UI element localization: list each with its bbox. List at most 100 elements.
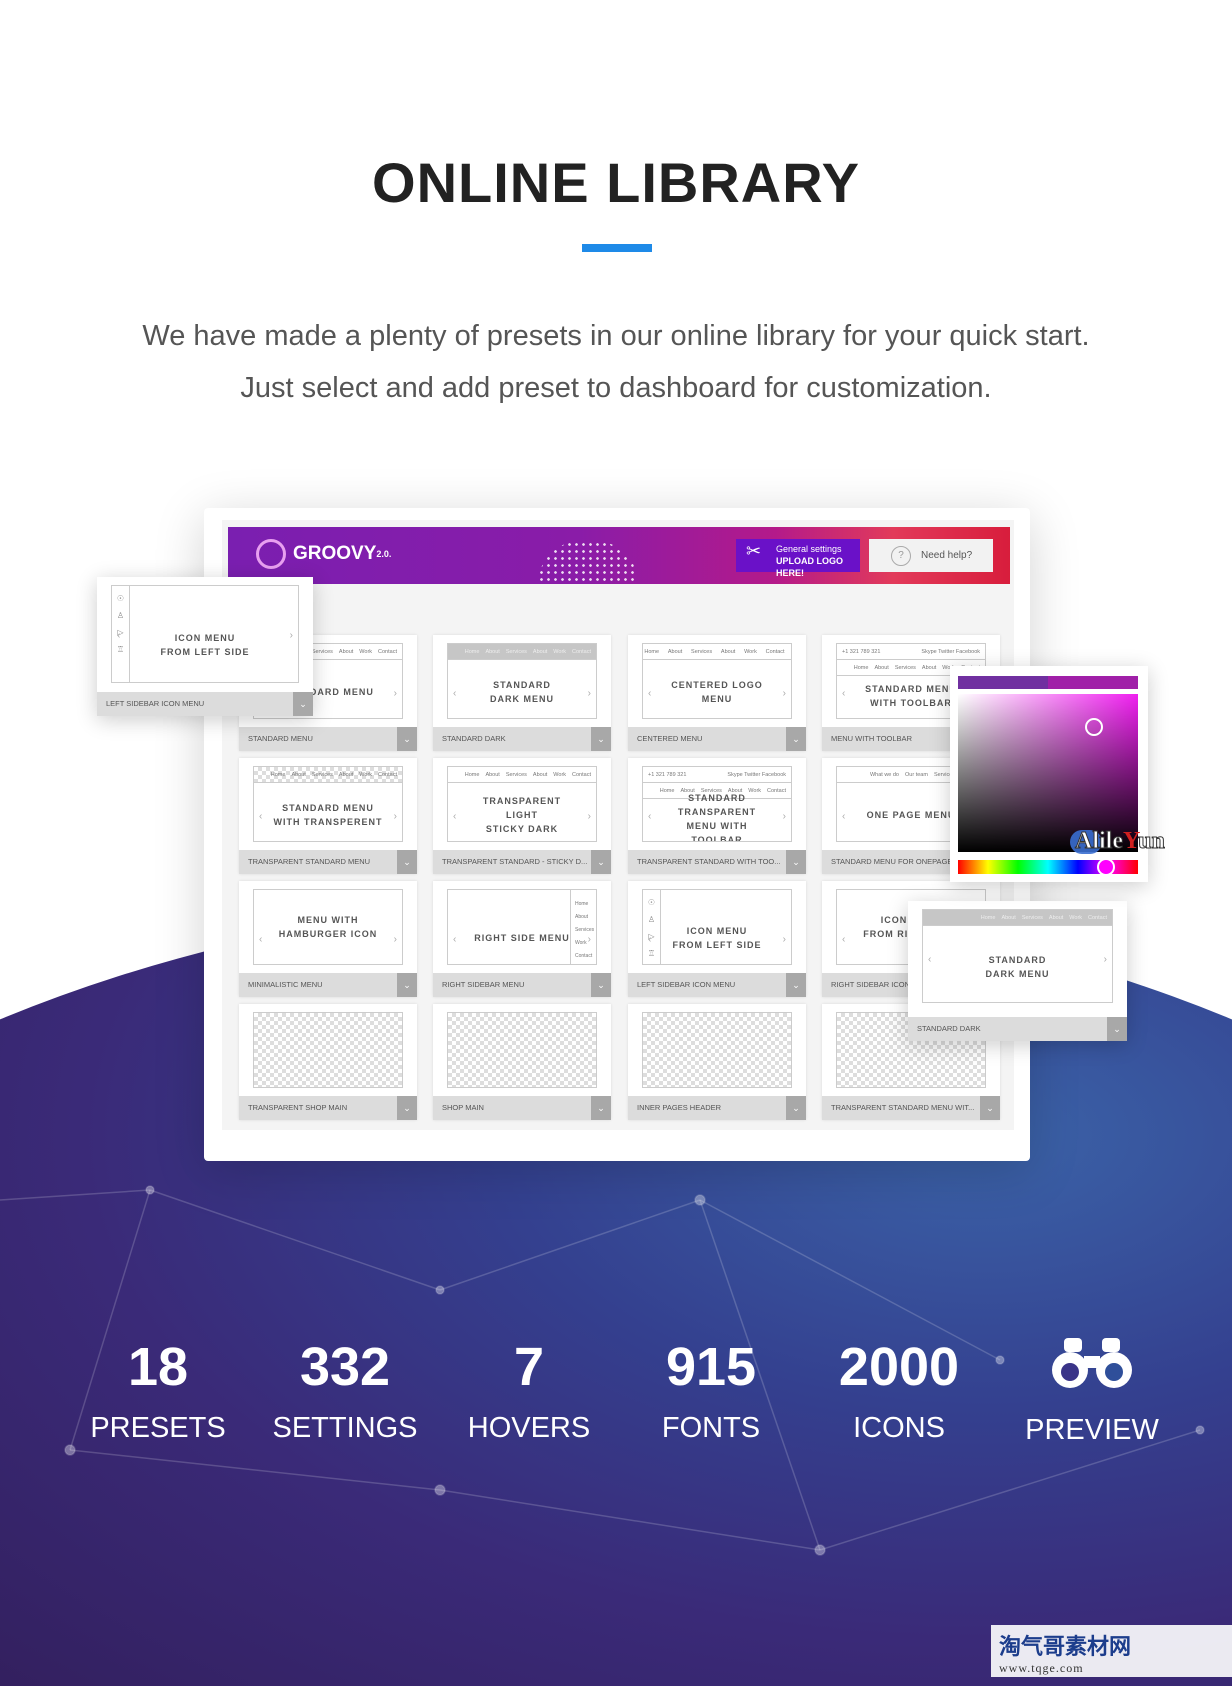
floating-preset-right[interactable]: Home About Services About Work Contact STANDAR… <box>908 901 1127 1041</box>
preview-title: ICON MENU FROM LEFT SIDE <box>672 926 762 950</box>
chevron-down-icon[interactable]: ⌄ <box>786 1096 806 1120</box>
preset-label-bar[interactable]: STANDARD DARK ⌄ <box>908 1017 1127 1041</box>
preset-tile[interactable]: Home About Services About Work Contact TRANSPA… <box>433 758 611 874</box>
chevron-left-icon[interactable]: ‹ <box>842 934 845 945</box>
title-underline <box>582 244 652 252</box>
chevron-down-icon[interactable]: ⌄ <box>591 973 611 997</box>
preset-preview[interactable]: Home About Services About Work Contact STANDAR… <box>253 766 403 842</box>
preset-tile[interactable]: SHOP MAIN ⌄ <box>433 1004 611 1120</box>
general-settings-button[interactable]: ✂ General settings UPLOAD LOGO HERE! <box>736 539 860 578</box>
preset-preview[interactable] <box>253 1012 403 1088</box>
preset-tile[interactable]: +1 321 789 321 Skype Twitter Facebook Home… <box>628 758 806 874</box>
preset-label-bar[interactable]: LEFT SIDEBAR ICON MENU ⌄ <box>97 692 313 716</box>
toolbar-social: Skype Twitter Facebook <box>921 648 980 655</box>
stat-value: 915 <box>665 1337 757 1397</box>
preset-preview[interactable]: +1 321 789 321 Skype Twitter Facebook Home… <box>642 766 792 842</box>
preset-label-bar[interactable]: MINIMALISTIC MENU ⌄ <box>239 973 417 997</box>
chevron-right-icon[interactable]: › <box>588 934 591 945</box>
preset-preview[interactable]: Home About Services About Work Contact STANDAR… <box>447 643 597 719</box>
chevron-down-icon[interactable]: ⌄ <box>591 727 611 751</box>
preset-label-bar[interactable]: TRANSPARENT STANDARD MENU ⌄ <box>239 850 417 874</box>
chevron-down-icon[interactable]: ⌄ <box>293 692 313 716</box>
groovy-logo[interactable]: GROOVY 2.0. <box>256 539 391 569</box>
preset-label-bar[interactable]: TRANSPARENT SHOP MAIN ⌄ <box>239 1096 417 1120</box>
chevron-left-icon[interactable]: ‹ <box>259 811 262 822</box>
nav-item: Home <box>270 771 286 778</box>
preset-label-bar[interactable]: SHOP MAIN ⌄ <box>433 1096 611 1120</box>
preset-preview[interactable]: Home About Services About Work Contact CENTERE… <box>642 643 792 719</box>
dashboard-banner: GROOVY 2.0. ✂ General settings UPLOAD LOGO … <box>228 527 1010 584</box>
chevron-left-icon[interactable]: ‹ <box>648 688 651 699</box>
nav-item: Home <box>980 914 996 921</box>
preset-tile[interactable]: Home About Services About Work Contact STANDAR… <box>239 758 417 874</box>
chevron-right-icon[interactable]: › <box>588 688 591 699</box>
chevron-left-icon[interactable]: ‹ <box>453 934 456 945</box>
preset-tile[interactable]: TRANSPARENT SHOP MAIN ⌄ <box>239 1004 417 1120</box>
chevron-left-icon[interactable]: ‹ <box>648 811 651 822</box>
preset-label-bar[interactable]: INNER PAGES HEADER ⌄ <box>628 1096 806 1120</box>
binoculars-icon[interactable] <box>982 1336 1202 1404</box>
preset-preview[interactable]: Home About Services Work Contact RIGHT SIDE M… <box>447 889 597 965</box>
chevron-down-icon[interactable]: ⌄ <box>397 850 417 874</box>
preset-tile[interactable]: MENU WITH HAMBURGER ICON ‹ › MINIMALISTIC M… <box>239 881 417 997</box>
chevron-right-icon[interactable]: › <box>783 934 786 945</box>
toolbar-phone: +1 321 789 321 <box>842 648 881 655</box>
stat-item: PREVIEW <box>982 1336 1202 1447</box>
chevron-down-icon[interactable]: ⌄ <box>591 850 611 874</box>
chevron-left-icon[interactable]: ‹ <box>259 934 262 945</box>
preset-tile[interactable]: Home About Services About Work Contact CENTERE… <box>628 635 806 751</box>
nav-item: Contact <box>378 771 397 778</box>
side-item: Contact <box>575 953 593 959</box>
chevron-right-icon[interactable]: › <box>290 630 293 641</box>
chevron-down-icon[interactable]: ⌄ <box>397 973 417 997</box>
hue-slider-handle[interactable] <box>1097 858 1115 876</box>
chevron-right-icon[interactable]: › <box>394 934 397 945</box>
need-help-button[interactable]: ? Need help? <box>869 539 993 572</box>
preset-preview[interactable]: ☉ ♙ ▷ ♖ ICON MENU FROM LEFT SIDE ‹ › <box>642 889 792 965</box>
chevron-right-icon[interactable]: › <box>1104 954 1107 965</box>
chevron-right-icon[interactable]: › <box>783 688 786 699</box>
chevron-down-icon[interactable]: ⌄ <box>786 850 806 874</box>
chevron-down-icon[interactable]: ⌄ <box>786 727 806 751</box>
preset-label-bar[interactable]: CENTERED MENU ⌄ <box>628 727 806 751</box>
preset-label-bar[interactable]: LEFT SIDEBAR ICON MENU ⌄ <box>628 973 806 997</box>
chevron-left-icon[interactable]: ‹ <box>117 630 120 641</box>
chevron-left-icon[interactable]: ‹ <box>453 688 456 699</box>
preset-tile[interactable]: ☉ ♙ ▷ ♖ ICON MENU FROM LEFT SIDE ‹ › LEFT SIDEB… <box>628 881 806 997</box>
chevron-down-icon[interactable]: ⌄ <box>591 1096 611 1120</box>
chevron-left-icon[interactable]: ‹ <box>453 811 456 822</box>
chevron-down-icon[interactable]: ⌄ <box>980 1096 1000 1120</box>
chevron-right-icon[interactable]: › <box>394 811 397 822</box>
chevron-down-icon[interactable]: ⌄ <box>1107 1017 1127 1041</box>
preset-tile[interactable]: Home About Services Work Contact RIGHT SIDE M… <box>433 881 611 997</box>
preset-label-bar[interactable]: TRANSPARENT STANDARD WITH TOO... ⌄ <box>628 850 806 874</box>
preset-tile[interactable]: INNER PAGES HEADER ⌄ <box>628 1004 806 1120</box>
color-selector-handle[interactable] <box>1085 718 1103 736</box>
chevron-right-icon[interactable]: › <box>783 811 786 822</box>
chevron-down-icon[interactable]: ⌄ <box>397 727 417 751</box>
chevron-right-icon[interactable]: › <box>588 811 591 822</box>
chevron-down-icon[interactable]: ⌄ <box>786 973 806 997</box>
tools-icon: ✂ <box>746 541 762 561</box>
preset-preview[interactable]: Home About Services About Work Contact TRANSPA… <box>447 766 597 842</box>
chevron-right-icon[interactable]: › <box>394 688 397 699</box>
chevron-left-icon[interactable]: ‹ <box>648 934 651 945</box>
preset-tile[interactable]: Home About Services About Work Contact STANDAR… <box>433 635 611 751</box>
chevron-down-icon[interactable]: ⌄ <box>397 1096 417 1120</box>
preset-label-bar[interactable]: TRANSPARENT STANDARD - STICKY D... ⌄ <box>433 850 611 874</box>
chevron-left-icon[interactable]: ‹ <box>928 954 931 965</box>
preset-label-bar[interactable]: STANDARD DARK ⌄ <box>433 727 611 751</box>
preset-preview[interactable]: ☉ ♙ ▷ ♖ ICON MENU FROM LEFT SIDE ‹ › <box>111 585 299 683</box>
preset-label-bar[interactable]: TRANSPARENT STANDARD MENU WIT... ⌄ <box>822 1096 1000 1120</box>
preset-preview[interactable]: Home About Services About Work Contact STANDAR… <box>922 909 1113 1003</box>
intro-line: Just select and add preset to dashboard … <box>240 372 992 404</box>
floating-preset-left[interactable]: ☉ ♙ ▷ ♖ ICON MENU FROM LEFT SIDE ‹ › LEFT SIDEB… <box>97 577 313 716</box>
preset-label-bar[interactable]: RIGHT SIDEBAR MENU ⌄ <box>433 973 611 997</box>
icon-sidebar: ☉ ♙ ▷ ♖ <box>112 586 130 682</box>
preset-preview[interactable]: MENU WITH HAMBURGER ICON ‹ › <box>253 889 403 965</box>
preset-preview[interactable] <box>447 1012 597 1088</box>
preset-preview[interactable] <box>642 1012 792 1088</box>
preset-label-bar[interactable]: STANDARD MENU ⌄ <box>239 727 417 751</box>
chevron-left-icon[interactable]: ‹ <box>842 811 845 822</box>
chevron-left-icon[interactable]: ‹ <box>842 688 845 699</box>
